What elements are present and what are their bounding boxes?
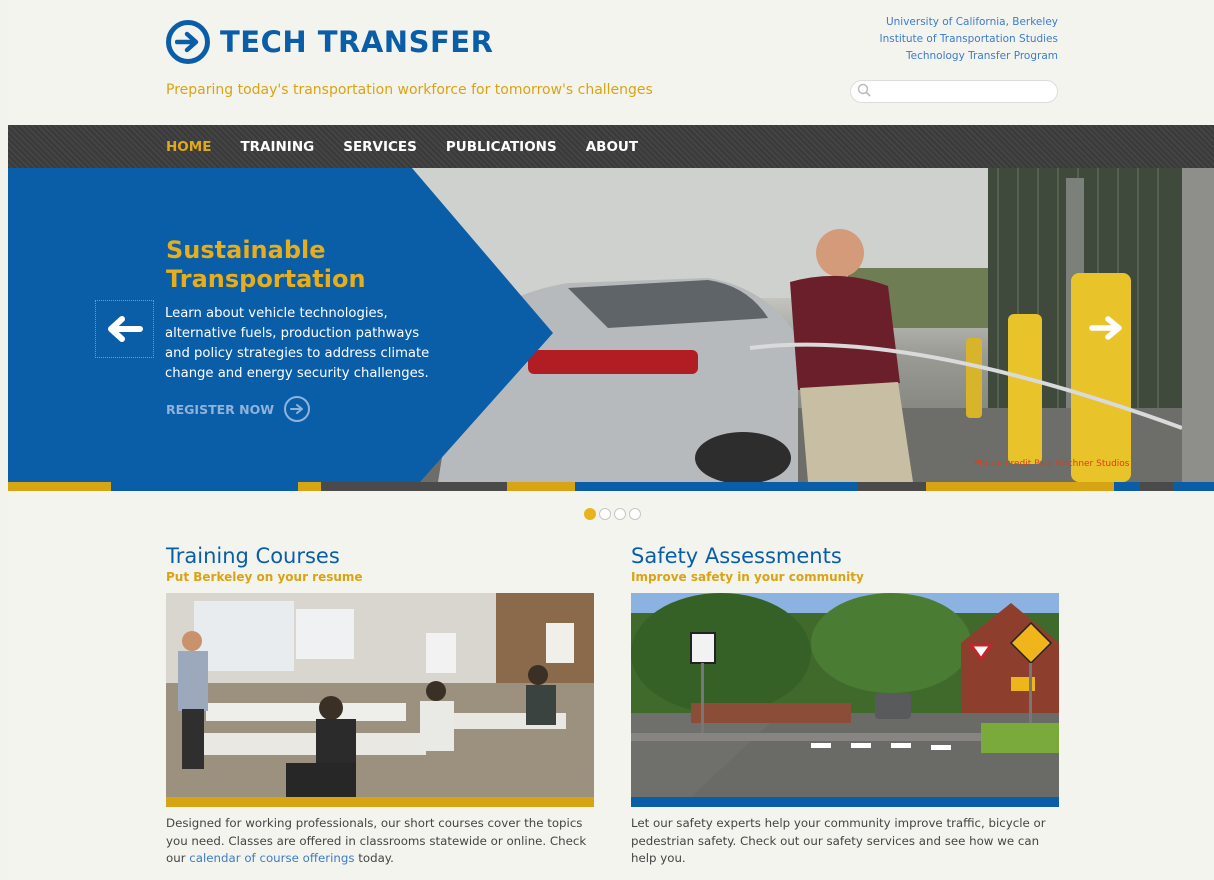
section-title[interactable]: Safety Assessments: [631, 543, 1059, 569]
training-courses-section: Training Courses Put Berkeley on your re…: [166, 543, 594, 868]
register-now-label: REGISTER NOW: [166, 401, 274, 417]
slider-next-button[interactable]: [1086, 308, 1126, 348]
stripe-segment: [321, 482, 507, 491]
slider-dot-2[interactable]: [599, 508, 611, 520]
section-subtitle: Improve safety in your community: [631, 570, 864, 584]
hero-slider: Sustainable Transportation Learn about v…: [8, 168, 1182, 482]
nav-item-training[interactable]: TRAINING: [240, 139, 314, 155]
stripe-segment: [1173, 482, 1214, 491]
stripe-segment: [8, 482, 111, 491]
search-box[interactable]: [850, 80, 1058, 103]
main-nav: HOME TRAINING SERVICES PUBLICATIONS ABOU…: [8, 125, 1214, 168]
arrow-circle-logo-icon: [166, 20, 210, 64]
page: TECH TRANSFER Preparing today's transpor…: [8, 0, 1214, 880]
section-accent-bar: [166, 797, 594, 807]
hero-title-line2: Transportation: [166, 265, 366, 293]
nav-item-about[interactable]: ABOUT: [586, 139, 638, 155]
safety-assessments-section: Safety Assessments Improve safety in you…: [631, 543, 1059, 868]
nav-item-publications[interactable]: PUBLICATIONS: [446, 139, 557, 155]
stripe-segment: [111, 482, 298, 491]
hero-title: Sustainable Transportation: [166, 236, 366, 294]
arrow-left-icon: [107, 316, 143, 342]
stripe-segment: [1114, 482, 1140, 491]
hero-title-line1: Sustainable: [166, 236, 326, 264]
slider-dot-4[interactable]: [629, 508, 641, 520]
slider-dot-3[interactable]: [614, 508, 626, 520]
slider-prev-button[interactable]: [95, 300, 154, 358]
description-text-end: today.: [354, 851, 394, 865]
site-logo[interactable]: TECH TRANSFER: [166, 20, 493, 64]
register-now-link[interactable]: REGISTER NOW: [166, 396, 310, 422]
intersection-photo[interactable]: [631, 593, 1059, 797]
logo-text: TECH TRANSFER: [220, 25, 494, 59]
slider-pagination: [584, 508, 644, 520]
section-description: Let our safety experts help your communi…: [631, 816, 1046, 865]
institution-link-its[interactable]: Institute of Transportation Studies: [879, 31, 1058, 48]
section-subtitle: Put Berkeley on your resume: [166, 570, 363, 584]
stripe-segment: [575, 482, 858, 491]
stripe-segment: [926, 482, 1114, 491]
section-description: Designed for working professionals, our …: [166, 815, 594, 868]
register-arrow-icon: [284, 396, 310, 422]
search-input[interactable]: [875, 85, 1055, 98]
course-calendar-link[interactable]: calendar of course offerings: [189, 851, 354, 865]
hero-right-strip: [1182, 168, 1214, 482]
section-accent-bar: [631, 797, 1059, 807]
institution-link-university[interactable]: University of California, Berkeley: [879, 14, 1058, 31]
institution-links: University of California, Berkeley Insti…: [879, 14, 1058, 65]
nav-item-services[interactable]: SERVICES: [343, 139, 417, 155]
hero-description: Learn about vehicle technologies, altern…: [165, 306, 430, 381]
stripe-segment: [507, 482, 575, 491]
nav-item-home[interactable]: HOME: [166, 139, 211, 155]
stripe-segment: [858, 482, 926, 491]
classroom-photo[interactable]: [166, 593, 594, 797]
search-icon: [857, 82, 871, 101]
stripe-segment: [298, 482, 321, 491]
photo-credit: Photo: credit Paul Kirchner Studios: [974, 459, 1130, 469]
stripe-segment: [1140, 482, 1173, 491]
section-title[interactable]: Training Courses: [166, 543, 594, 569]
arrow-right-icon: [1089, 316, 1122, 340]
slider-dot-1[interactable]: [584, 508, 596, 520]
institution-link-program[interactable]: Technology Transfer Program: [879, 48, 1058, 65]
tagline: Preparing today's transportation workfor…: [166, 82, 653, 98]
